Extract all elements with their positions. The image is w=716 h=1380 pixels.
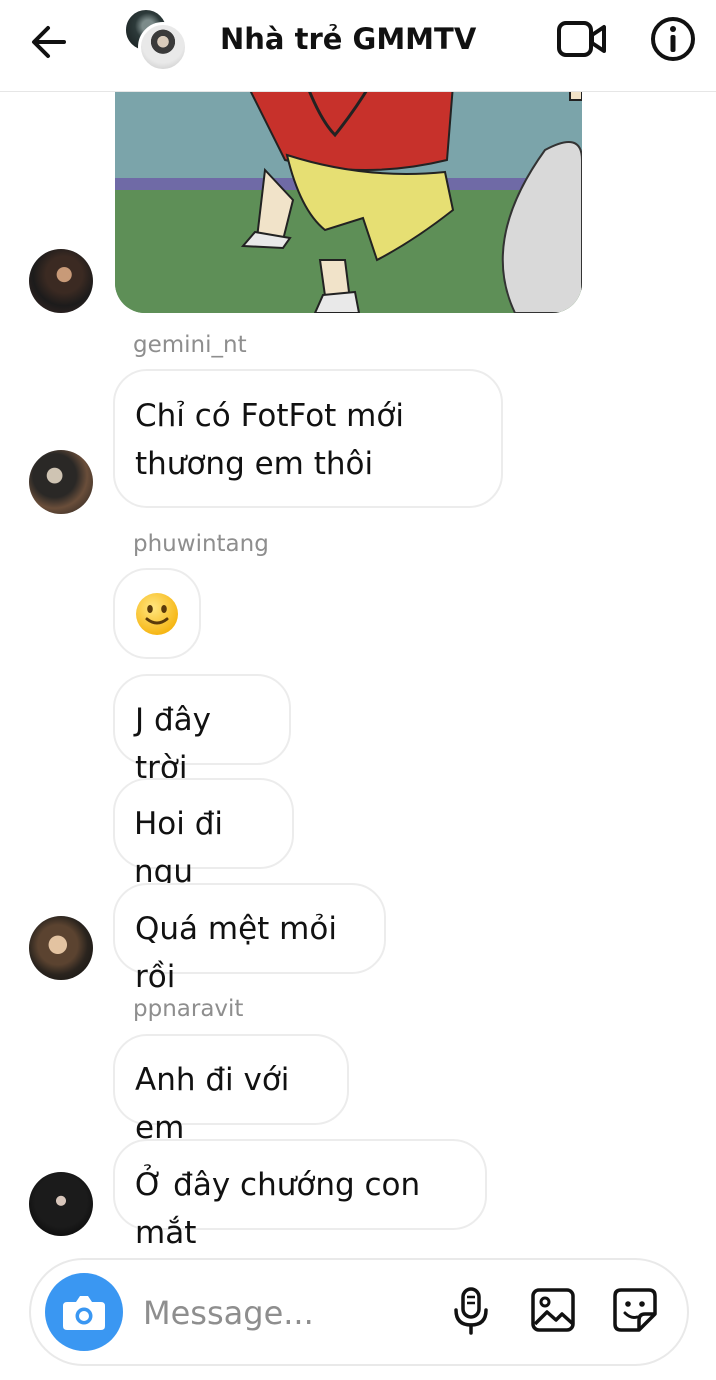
sender-name: gemini_nt	[133, 332, 247, 358]
chat-header: Nhà trẻ GMMTV	[0, 0, 716, 92]
group-avatar-member-2	[138, 22, 188, 72]
message-text: Quá mệt mỏi rồi	[135, 911, 337, 995]
emoji-message-bubble[interactable]	[113, 568, 201, 659]
message-text-line: Chỉ có FotFot mới	[135, 398, 404, 434]
chat-title[interactable]: Nhà trẻ GMMTV	[220, 22, 476, 56]
video-camera-icon[interactable]	[556, 18, 608, 62]
avatar[interactable]	[29, 249, 93, 313]
message-text: J đây trời	[135, 702, 212, 786]
message-bubble[interactable]: Anh đi với em	[113, 1034, 349, 1146]
message-text: Hoi đi ngụ	[134, 806, 224, 890]
message-text: Ở đây chướng con mắt	[135, 1167, 421, 1251]
message-bubble[interactable]: J đây trời	[113, 674, 291, 786]
microphone-icon[interactable]	[451, 1286, 491, 1336]
sticker-icon[interactable]	[611, 1286, 659, 1334]
sender-name: phuwintang	[133, 531, 269, 557]
message-bubble[interactable]: Ở đây chướng con mắt	[113, 1139, 487, 1251]
avatar[interactable]	[29, 450, 93, 514]
info-icon[interactable]	[650, 16, 696, 62]
avatar[interactable]	[29, 916, 93, 980]
sender-name: ppnaravit	[133, 996, 244, 1022]
message-text: Anh đi với em	[135, 1062, 290, 1146]
message-composer	[29, 1258, 689, 1366]
image-message[interactable]	[115, 60, 582, 313]
back-arrow-icon[interactable]	[26, 20, 74, 64]
message-bubble[interactable]: Chỉ có FotFot mới thương em thôi	[113, 369, 503, 508]
avatar[interactable]	[29, 1172, 93, 1236]
message-text-line: thương em thôi	[135, 446, 374, 482]
gallery-icon[interactable]	[529, 1286, 577, 1334]
message-input[interactable]	[143, 1286, 433, 1340]
camera-icon[interactable]	[45, 1273, 123, 1351]
message-bubble[interactable]: Hoi đi ngụ	[113, 778, 294, 890]
group-avatar[interactable]	[124, 8, 190, 74]
message-bubble[interactable]: Quá mệt mỏi rồi	[113, 883, 386, 995]
slightly-smiling-face-icon	[136, 592, 178, 635]
